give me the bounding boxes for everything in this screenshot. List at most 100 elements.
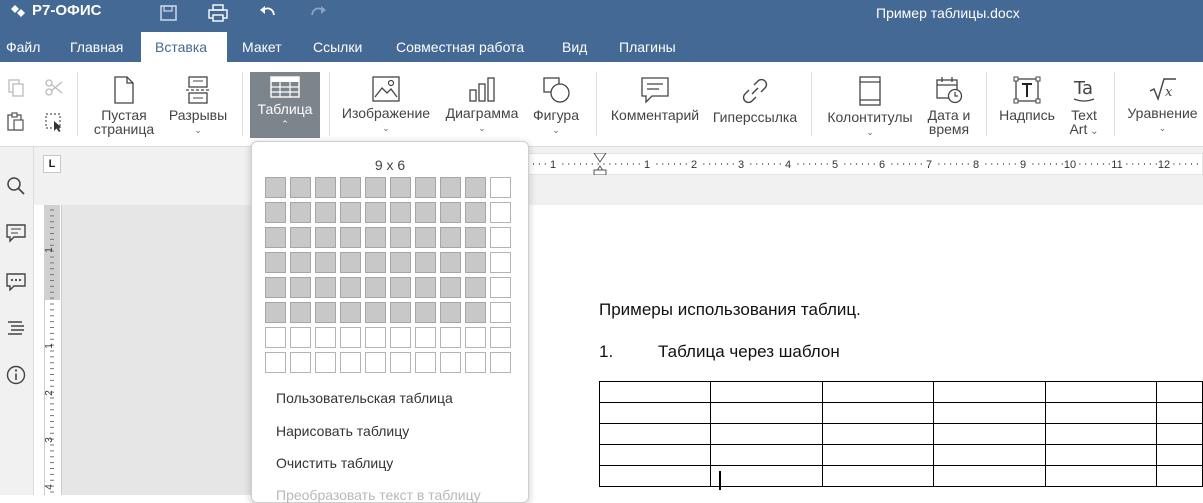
grid-cell[interactable] <box>265 252 286 273</box>
horizontal-ruler[interactable]: 1 1 2 3 4 5 6 7 8 9 10 11 12 <box>505 153 1203 175</box>
grid-cell[interactable] <box>490 177 511 198</box>
grid-cell[interactable] <box>390 177 411 198</box>
grid-cell[interactable] <box>265 277 286 298</box>
grid-cell[interactable] <box>315 227 336 248</box>
grid-cell[interactable] <box>315 252 336 273</box>
table-cell[interactable] <box>933 444 1046 466</box>
grid-cell[interactable] <box>415 352 436 373</box>
breaks-button[interactable]: Разрывы ⌄ <box>165 62 231 146</box>
table-cell[interactable] <box>1156 381 1203 403</box>
grid-cell[interactable] <box>365 352 386 373</box>
grid-cell[interactable] <box>265 177 286 198</box>
tab-collaboration[interactable]: Совместная работа <box>382 32 538 62</box>
table-cell[interactable] <box>1156 423 1203 445</box>
table-cell[interactable] <box>710 381 823 403</box>
grid-cell[interactable] <box>465 252 486 273</box>
grid-cell[interactable] <box>265 302 286 323</box>
redo-icon[interactable] <box>307 3 329 23</box>
table-cell[interactable] <box>1156 465 1203 487</box>
table-cell[interactable] <box>933 465 1046 487</box>
grid-cell[interactable] <box>490 352 511 373</box>
tab-references[interactable]: Ссылки <box>299 32 376 62</box>
grid-cell[interactable] <box>440 202 461 223</box>
grid-cell[interactable] <box>365 202 386 223</box>
grid-cell[interactable] <box>315 202 336 223</box>
grid-cell[interactable] <box>340 327 361 348</box>
grid-cell[interactable] <box>490 227 511 248</box>
grid-cell[interactable] <box>265 327 286 348</box>
grid-cell[interactable] <box>365 252 386 273</box>
grid-cell[interactable] <box>440 277 461 298</box>
grid-cell[interactable] <box>290 252 311 273</box>
grid-cell[interactable] <box>315 302 336 323</box>
grid-cell[interactable] <box>340 302 361 323</box>
grid-cell[interactable] <box>390 202 411 223</box>
blank-page-button[interactable]: Пустая страница <box>88 62 160 146</box>
document-table[interactable] <box>598 381 1203 487</box>
table-cell[interactable] <box>598 402 712 424</box>
select-all-icon[interactable] <box>44 112 64 132</box>
grid-cell[interactable] <box>465 177 486 198</box>
grid-cell[interactable] <box>440 252 461 273</box>
grid-cell[interactable] <box>390 352 411 373</box>
tab-file[interactable]: Файл <box>0 32 54 62</box>
tab-stop-selector[interactable]: L <box>43 155 61 173</box>
table-cell[interactable] <box>1044 402 1158 424</box>
grid-cell[interactable] <box>265 202 286 223</box>
shape-button[interactable]: Фигура ⌄ <box>528 62 584 146</box>
grid-cell[interactable] <box>390 327 411 348</box>
grid-cell[interactable] <box>415 177 436 198</box>
grid-cell[interactable] <box>415 327 436 348</box>
grid-cell[interactable] <box>390 277 411 298</box>
grid-cell[interactable] <box>365 302 386 323</box>
grid-cell[interactable] <box>415 277 436 298</box>
table-cell[interactable] <box>598 423 712 445</box>
grid-cell[interactable] <box>315 177 336 198</box>
tab-insert[interactable]: Вставка <box>141 32 227 62</box>
grid-cell[interactable] <box>340 177 361 198</box>
document-heading[interactable]: Примеры использования таблиц. <box>599 300 861 320</box>
cut-icon[interactable] <box>44 78 64 98</box>
grid-cell[interactable] <box>390 227 411 248</box>
grid-cell[interactable] <box>465 277 486 298</box>
grid-cell[interactable] <box>440 227 461 248</box>
table-cell[interactable] <box>1156 402 1203 424</box>
grid-cell[interactable] <box>490 302 511 323</box>
copy-icon[interactable] <box>6 78 26 98</box>
comment-button[interactable]: Комментарий <box>606 62 704 146</box>
menu-item-custom-table[interactable]: Пользовательская таблица <box>276 390 453 406</box>
grid-cell[interactable] <box>415 202 436 223</box>
table-cell[interactable] <box>710 465 823 487</box>
grid-cell[interactable] <box>465 227 486 248</box>
grid-cell[interactable] <box>490 252 511 273</box>
grid-cell[interactable] <box>490 327 511 348</box>
grid-cell[interactable] <box>415 227 436 248</box>
table-cell[interactable] <box>710 423 823 445</box>
table-cell[interactable] <box>933 423 1046 445</box>
navigation-icon[interactable] <box>5 317 27 339</box>
grid-cell[interactable] <box>265 352 286 373</box>
menu-item-erase-table[interactable]: Очистить таблицу <box>276 455 393 471</box>
grid-cell[interactable] <box>465 327 486 348</box>
grid-cell[interactable] <box>340 202 361 223</box>
grid-cell[interactable] <box>490 202 511 223</box>
table-cell[interactable] <box>821 465 935 487</box>
table-cell[interactable] <box>1044 423 1158 445</box>
text-box-button[interactable]: Надпись <box>996 62 1058 146</box>
grid-cell[interactable] <box>465 202 486 223</box>
chart-button[interactable]: Диаграмма ⌄ <box>441 62 523 146</box>
table-button[interactable]: Таблица ⌃ <box>250 72 320 138</box>
grid-cell[interactable] <box>315 277 336 298</box>
tab-plugins[interactable]: Плагины <box>605 32 690 62</box>
table-cell[interactable] <box>598 444 712 466</box>
grid-cell[interactable] <box>340 252 361 273</box>
grid-cell[interactable] <box>440 177 461 198</box>
table-size-grid[interactable] <box>265 177 511 373</box>
chat-icon[interactable] <box>5 269 27 291</box>
image-button[interactable]: Изображение ⌄ <box>338 62 434 146</box>
grid-cell[interactable] <box>365 327 386 348</box>
menu-item-draw-table[interactable]: Нарисовать таблицу <box>276 423 409 439</box>
grid-cell[interactable] <box>390 252 411 273</box>
grid-cell[interactable] <box>265 227 286 248</box>
table-cell[interactable] <box>598 381 712 403</box>
